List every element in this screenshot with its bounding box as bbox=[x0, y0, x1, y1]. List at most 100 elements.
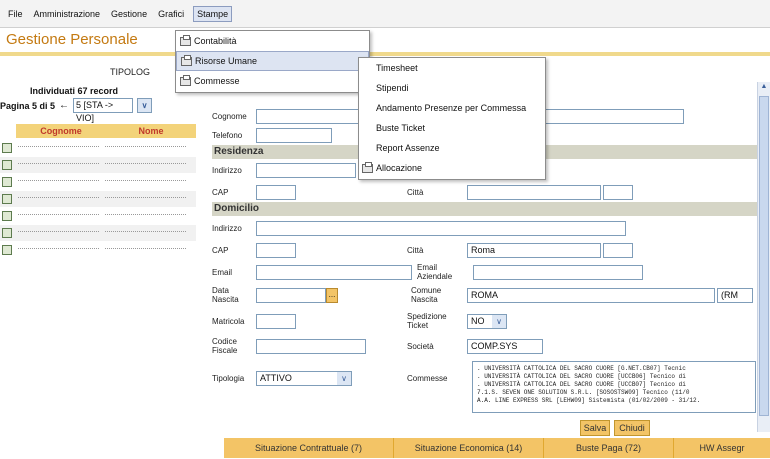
indirizzo-residenza-field[interactable] bbox=[256, 162, 356, 178]
column-nome[interactable]: Nome bbox=[106, 124, 196, 138]
spedizione-ticket-select[interactable]: NO ∨ bbox=[467, 313, 507, 329]
scroll-up-icon[interactable]: ▲ bbox=[759, 83, 769, 94]
printer-icon bbox=[180, 74, 191, 86]
list-item[interactable] bbox=[0, 208, 196, 224]
data-nascita-field[interactable] bbox=[256, 287, 326, 303]
chevron-down-icon: ∨ bbox=[492, 314, 506, 328]
list-item[interactable] bbox=[0, 225, 196, 241]
edit-record-icon[interactable] bbox=[2, 143, 12, 153]
row-cap-res: CAP Città bbox=[212, 182, 770, 202]
menu-gestione[interactable]: Gestione bbox=[109, 7, 149, 21]
prov-residenza-field[interactable] bbox=[603, 184, 633, 200]
tipologia-filter-label: TIPOLOG bbox=[110, 67, 151, 77]
menu-amministrazione[interactable]: Amministrazione bbox=[32, 7, 103, 21]
row-nascita: Data Nascita ... Comune Nascita ROMA (RM bbox=[212, 285, 770, 305]
pager-label: Pagina 5 di 5 bbox=[0, 100, 56, 111]
edit-record-icon[interactable] bbox=[2, 177, 12, 187]
menu-item-stipendi[interactable]: Stipendi bbox=[359, 78, 545, 98]
cognome-label: Cognome bbox=[212, 111, 247, 121]
commesse-list[interactable]: . UNIVERSITÀ CATTOLICA DEL SACRO CUORE [… bbox=[472, 361, 756, 413]
vertical-scrollbar[interactable]: ▲ bbox=[757, 82, 770, 432]
list-item[interactable] bbox=[0, 140, 196, 156]
edit-record-icon[interactable] bbox=[2, 194, 12, 204]
prov-nascita-field[interactable]: (RM bbox=[717, 287, 753, 303]
citta-domicilio-field[interactable]: Roma bbox=[467, 242, 601, 258]
menu-bar: File Amministrazione Gestione Grafici St… bbox=[0, 0, 770, 28]
menu-item-risorse-umane[interactable]: Risorse Umane bbox=[176, 51, 369, 71]
menu-file[interactable]: File bbox=[6, 7, 25, 21]
menu-stampe[interactable]: Stampe bbox=[193, 5, 233, 22]
save-button[interactable]: Salva bbox=[580, 420, 610, 436]
tab-situazione-contrattuale[interactable]: Situazione Contrattuale (7) bbox=[224, 438, 394, 458]
pager: Pagina 5 di 5 ← 5 [STA -> VIO] ∨ bbox=[0, 98, 153, 123]
column-cognome[interactable]: Cognome bbox=[16, 124, 106, 138]
list-header: Cognome Nome bbox=[16, 124, 196, 138]
comune-nascita-field[interactable]: ROMA bbox=[467, 287, 715, 303]
row-cap-dom: CAP Città Roma bbox=[212, 240, 770, 260]
scrollbar-thumb[interactable] bbox=[759, 96, 769, 416]
menu-item-contabilita[interactable]: Contabilità bbox=[176, 31, 369, 51]
commessa-item: . UNIVERSITÀ CATTOLICA DEL SACRO CUORE [… bbox=[477, 365, 686, 372]
list-item[interactable] bbox=[0, 242, 196, 258]
title-divider bbox=[0, 52, 770, 56]
edit-record-icon[interactable] bbox=[2, 228, 12, 238]
cap-domicilio-field[interactable] bbox=[256, 242, 296, 258]
chevron-down-icon[interactable]: ∨ bbox=[137, 98, 153, 113]
cap-label: CAP bbox=[212, 187, 229, 197]
menu-item-buste-ticket[interactable]: Buste Ticket bbox=[359, 118, 545, 138]
page-select[interactable]: 5 [STA -> VIO] bbox=[73, 98, 134, 123]
commesse-label: Commesse bbox=[407, 373, 448, 383]
menu-item-label: Contabilità bbox=[194, 36, 237, 46]
tipologia-select[interactable]: ATTIVO ∨ bbox=[256, 370, 352, 386]
indirizzo-label: Indirizzo bbox=[212, 165, 242, 175]
tab-hw-assegnato[interactable]: HW Assegr bbox=[674, 438, 770, 458]
codice-fiscale-label: Codice Fiscale bbox=[212, 337, 238, 355]
telefono-label: Telefono bbox=[212, 130, 243, 140]
email-label: Email bbox=[212, 267, 233, 277]
commessa-item: A.A. LINE EXPRESS SRL [LEHW09] Sistemist… bbox=[477, 397, 701, 404]
list-item[interactable] bbox=[0, 191, 196, 207]
record-list-panel: Individuati 67 record Pagina 5 di 5 ← 5 … bbox=[0, 86, 200, 266]
calendar-button[interactable]: ... bbox=[326, 287, 338, 303]
cognome-field[interactable] bbox=[256, 108, 366, 124]
matricola-label: Matricola bbox=[212, 316, 245, 326]
tab-situazione-economica[interactable]: Situazione Economica (14) bbox=[394, 438, 544, 458]
list-item[interactable] bbox=[0, 157, 196, 173]
menu-item-allocazione[interactable]: Allocazione bbox=[359, 158, 545, 178]
societa-field[interactable]: COMP.SYS bbox=[467, 338, 543, 354]
chevron-down-icon: ∨ bbox=[337, 371, 351, 385]
cap-residenza-field[interactable] bbox=[256, 184, 296, 200]
edit-record-icon[interactable] bbox=[2, 211, 12, 221]
page-title: Gestione Personale bbox=[6, 31, 138, 48]
codice-fiscale-field[interactable] bbox=[256, 338, 366, 354]
menu-item-commesse[interactable]: Commesse bbox=[176, 71, 369, 91]
printer-icon bbox=[181, 54, 192, 66]
menu-item-timesheet[interactable]: Timesheet bbox=[359, 58, 545, 78]
email-aziendale-field[interactable] bbox=[473, 264, 643, 280]
menu-item-report-assenze[interactable]: Report Assenze bbox=[359, 138, 545, 158]
matricola-field[interactable] bbox=[256, 313, 296, 329]
edit-record-icon[interactable] bbox=[2, 160, 12, 170]
section-domicilio: Domicilio bbox=[212, 202, 762, 216]
row-email: Email Email Aziendale bbox=[212, 262, 770, 282]
list-item[interactable] bbox=[0, 174, 196, 190]
societa-label: Società bbox=[407, 341, 434, 351]
prov-domicilio-field[interactable] bbox=[603, 242, 633, 258]
close-button[interactable]: Chiudi bbox=[614, 420, 650, 436]
spedizione-ticket-value: NO bbox=[471, 316, 485, 326]
menu-item-label: Commesse bbox=[194, 76, 240, 86]
record-count: Individuati 67 record bbox=[30, 86, 119, 96]
email-field[interactable] bbox=[256, 264, 412, 280]
tab-buste-paga[interactable]: Buste Paga (72) bbox=[544, 438, 674, 458]
cap-label: CAP bbox=[212, 245, 229, 255]
indirizzo-domicilio-field[interactable] bbox=[256, 220, 626, 236]
nome-field[interactable] bbox=[524, 108, 684, 124]
menu-grafici[interactable]: Grafici bbox=[156, 7, 186, 21]
telefono-field[interactable] bbox=[256, 127, 332, 143]
citta-residenza-field[interactable] bbox=[467, 184, 601, 200]
edit-record-icon[interactable] bbox=[2, 245, 12, 255]
email-aziendale-label: Email Aziendale bbox=[417, 263, 453, 281]
menu-item-andamento-presenze[interactable]: Andamento Presenze per Commessa bbox=[359, 98, 545, 118]
row-codice-fiscale: Codice Fiscale Società COMP.SYS bbox=[212, 336, 770, 356]
prev-page-icon[interactable]: ← bbox=[59, 100, 69, 111]
